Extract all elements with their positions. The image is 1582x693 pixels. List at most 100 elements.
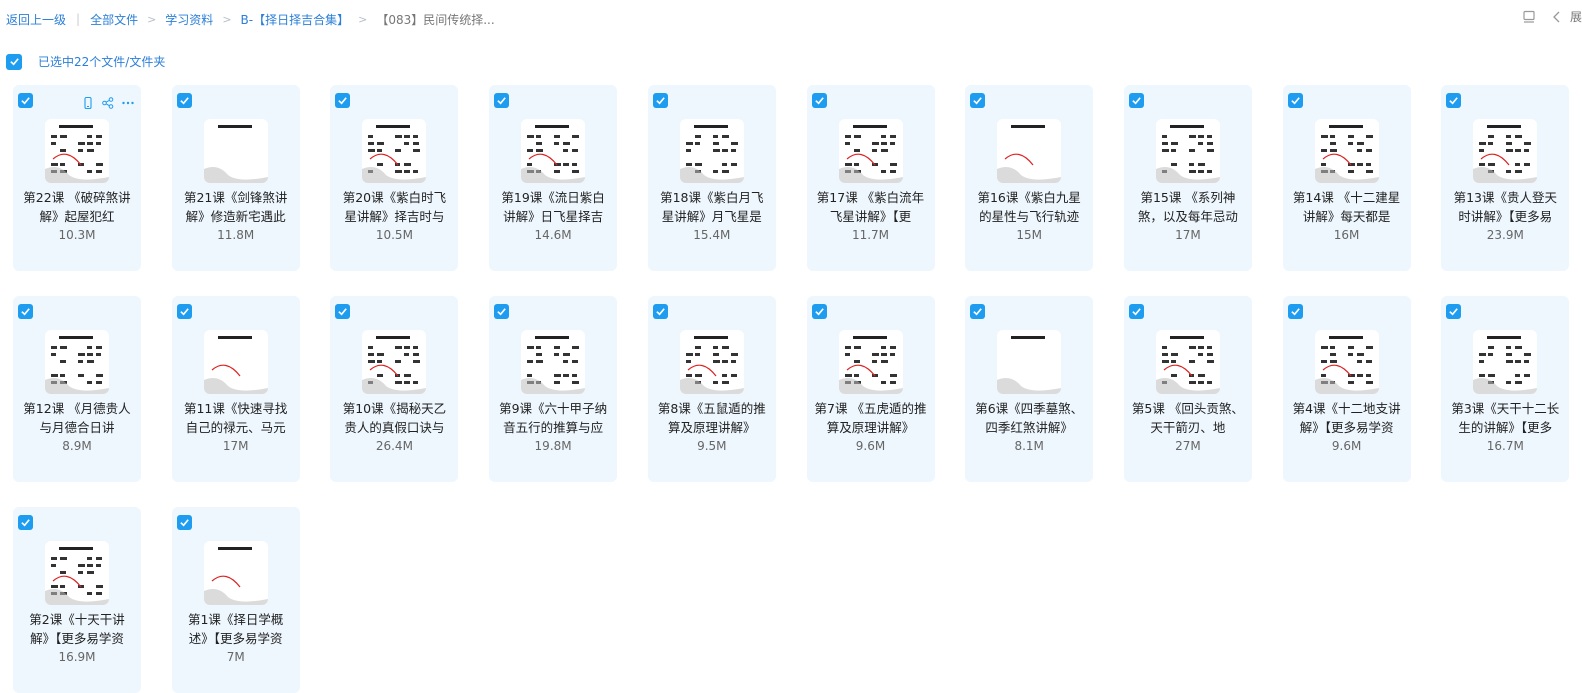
top-right-tools: 展 bbox=[1522, 8, 1582, 25]
chevron-left-icon[interactable] bbox=[1550, 10, 1564, 24]
file-checkbox[interactable] bbox=[18, 93, 33, 108]
file-thumbnail bbox=[45, 330, 109, 394]
file-card[interactable]: 第18课《紫白月飞星讲解》月飞星是 15.4M bbox=[647, 85, 776, 271]
file-card[interactable]: 第5课 《回头贡煞、天干箭刃、地 27M bbox=[1123, 296, 1252, 482]
file-name: 第9课《六十甲子纳音五行的推算与应 bbox=[499, 401, 608, 435]
file-size: 11.7M bbox=[851, 228, 890, 242]
file-card[interactable]: 第8课《五鼠遁的推算及原理讲解》 9.5M bbox=[647, 296, 776, 482]
file-name: 第1课《择日学概述》【更多易学资 bbox=[187, 612, 284, 646]
file-checkbox[interactable] bbox=[176, 93, 192, 108]
file-checkbox[interactable] bbox=[18, 304, 33, 319]
file-size: 7M bbox=[226, 650, 245, 664]
phone-icon[interactable] bbox=[81, 95, 95, 110]
file-size: 11.8M bbox=[217, 228, 255, 242]
breadcrumb-item-study[interactable]: 学习资料 bbox=[165, 11, 213, 28]
file-card[interactable]: 第17课 《紫白流年飞星讲解》【更 11.7M bbox=[806, 85, 935, 271]
file-card[interactable]: 第14课 《十二建星讲解》每天都是 16M bbox=[1282, 85, 1411, 271]
breadcrumb-item-all-files[interactable]: 全部文件 bbox=[90, 11, 138, 28]
file-size: 14.6M bbox=[534, 228, 572, 242]
file-size: 15M bbox=[1016, 228, 1042, 242]
expand-label[interactable]: 展 bbox=[1570, 8, 1582, 25]
file-card[interactable]: 第16课《紫白九星的星性与飞行轨迹 15M bbox=[965, 85, 1094, 271]
file-size: 9.6M bbox=[855, 439, 886, 453]
file-size: 27M bbox=[1175, 439, 1201, 453]
file-card[interactable]: 第19课《流日紫白讲解》日飞星择吉 14.6M bbox=[489, 85, 618, 271]
file-size: 17M bbox=[222, 439, 249, 453]
file-thumbnail bbox=[362, 119, 427, 183]
file-thumbnail bbox=[203, 541, 268, 605]
file-card[interactable]: 第1课《择日学概述》【更多易学资 7M bbox=[171, 507, 300, 693]
file-thumbnail bbox=[362, 330, 427, 394]
file-name: 第19课《流日紫白讲解》日飞星择吉 bbox=[501, 190, 605, 224]
file-checkbox[interactable] bbox=[652, 93, 668, 108]
file-checkbox[interactable] bbox=[1287, 304, 1303, 319]
file-thumbnail bbox=[997, 330, 1062, 394]
file-checkbox[interactable] bbox=[652, 304, 668, 319]
file-card[interactable]: 第7课 《五虎遁的推算及原理讲解》 9.6M bbox=[806, 296, 935, 482]
file-card[interactable]: 第20课《紫白时飞星讲解》择吉时与 10.5M bbox=[330, 85, 459, 271]
file-card[interactable]: 第11课《快速寻找自己的禄元、马元 17M bbox=[171, 296, 300, 482]
file-size: 17M bbox=[1175, 228, 1201, 242]
breadcrumb: 返回上一级 | 全部文件 > 学习资料 > B-【择日择吉合集】 > 【083】… bbox=[6, 10, 495, 28]
file-size: 26.4M bbox=[375, 439, 413, 453]
file-name: 第4课《十二地支讲解》【更多易学资 bbox=[1292, 401, 1401, 435]
file-thumbnail bbox=[1314, 330, 1379, 394]
more-icon[interactable] bbox=[121, 95, 135, 109]
back-link[interactable]: 返回上一级 bbox=[6, 11, 66, 28]
file-thumbnail bbox=[45, 541, 109, 605]
file-checkbox[interactable] bbox=[335, 93, 351, 108]
file-checkbox[interactable] bbox=[1287, 93, 1303, 108]
file-card[interactable]: 第22课 《破碎煞讲解》起屋犯红 10.3M bbox=[13, 85, 141, 271]
file-name: 第13课《贵人登天时讲解》【更多易 bbox=[1453, 190, 1557, 224]
file-name: 第7课 《五虎遁的推算及原理讲解》 bbox=[814, 401, 927, 435]
file-thumbnail bbox=[679, 330, 744, 394]
file-checkbox[interactable] bbox=[1446, 93, 1462, 108]
file-checkbox[interactable] bbox=[494, 93, 510, 108]
breadcrumb-current: 【083】民间传统择... bbox=[376, 12, 495, 27]
file-name: 第6课《四季墓煞、四季红煞讲解》 bbox=[975, 401, 1084, 435]
file-checkbox[interactable] bbox=[811, 93, 827, 108]
file-card[interactable]: 第21课《剑锋煞讲解》修造新宅遇此 11.8M bbox=[171, 85, 300, 271]
breadcrumb-item-collection[interactable]: B-【择日择吉合集】 bbox=[241, 11, 350, 28]
file-name: 第10课《揭秘天乙贵人的真假口诀与 bbox=[342, 401, 447, 435]
file-card[interactable]: 第10课《揭秘天乙贵人的真假口诀与 26.4M bbox=[330, 296, 459, 482]
file-name: 第15课 《系列神煞，以及每年忌动 bbox=[1137, 190, 1238, 224]
file-thumbnail bbox=[45, 119, 109, 183]
file-card[interactable]: 第3课《天干十二长生的讲解》【更多 16.7M bbox=[1441, 296, 1570, 482]
file-size: 9.6M bbox=[1331, 439, 1362, 453]
file-card[interactable]: 第6课《四季墓煞、四季红煞讲解》 8.1M bbox=[965, 296, 1094, 482]
select-all-checkbox[interactable] bbox=[6, 53, 22, 70]
file-checkbox[interactable] bbox=[970, 304, 986, 319]
file-card[interactable]: 第2课《十天干讲解》【更多易学资 16.9M bbox=[13, 507, 141, 693]
file-checkbox[interactable] bbox=[1446, 304, 1462, 319]
file-size: 10.3M bbox=[58, 228, 96, 242]
share-icon[interactable] bbox=[101, 95, 115, 109]
file-checkbox[interactable] bbox=[335, 304, 351, 319]
file-name: 第12课 《月德贵人与月德合日讲 bbox=[23, 401, 131, 435]
file-checkbox[interactable] bbox=[811, 304, 827, 319]
layout-icon[interactable] bbox=[1522, 10, 1536, 24]
breadcrumb-divider: | bbox=[76, 12, 81, 26]
breadcrumb-separator-icon: > bbox=[222, 12, 232, 26]
file-checkbox[interactable] bbox=[970, 93, 986, 108]
file-card[interactable]: 第13课《贵人登天时讲解》【更多易 23.9M bbox=[1441, 85, 1570, 271]
file-card[interactable]: 第12课 《月德贵人与月德合日讲 8.9M bbox=[13, 296, 141, 482]
file-checkbox[interactable] bbox=[1128, 304, 1144, 319]
selection-count: 已选中22个文件/文件夹 bbox=[38, 55, 166, 69]
file-checkbox[interactable] bbox=[494, 304, 510, 319]
file-thumbnail bbox=[203, 119, 268, 183]
file-card[interactable]: 第15课 《系列神煞，以及每年忌动 17M bbox=[1123, 85, 1252, 271]
file-checkbox[interactable] bbox=[176, 304, 192, 319]
file-name: 第2课《十天干讲解》【更多易学资 bbox=[29, 612, 125, 646]
file-checkbox[interactable] bbox=[18, 515, 33, 530]
file-card[interactable]: 第4课《十二地支讲解》【更多易学资 9.6M bbox=[1282, 296, 1411, 482]
file-size: 8.1M bbox=[1014, 439, 1044, 453]
file-thumbnail bbox=[997, 119, 1062, 183]
file-name: 第8课《五鼠遁的推算及原理讲解》 bbox=[657, 401, 766, 435]
file-checkbox[interactable] bbox=[176, 515, 192, 530]
file-name: 第22课 《破碎煞讲解》起屋犯红 bbox=[23, 190, 131, 224]
file-name: 第3课《天干十二长生的讲解》【更多 bbox=[1451, 401, 1560, 435]
breadcrumb-separator-icon: > bbox=[147, 12, 157, 26]
file-card[interactable]: 第9课《六十甲子纳音五行的推算与应 19.8M bbox=[489, 296, 618, 482]
file-checkbox[interactable] bbox=[1128, 93, 1144, 108]
